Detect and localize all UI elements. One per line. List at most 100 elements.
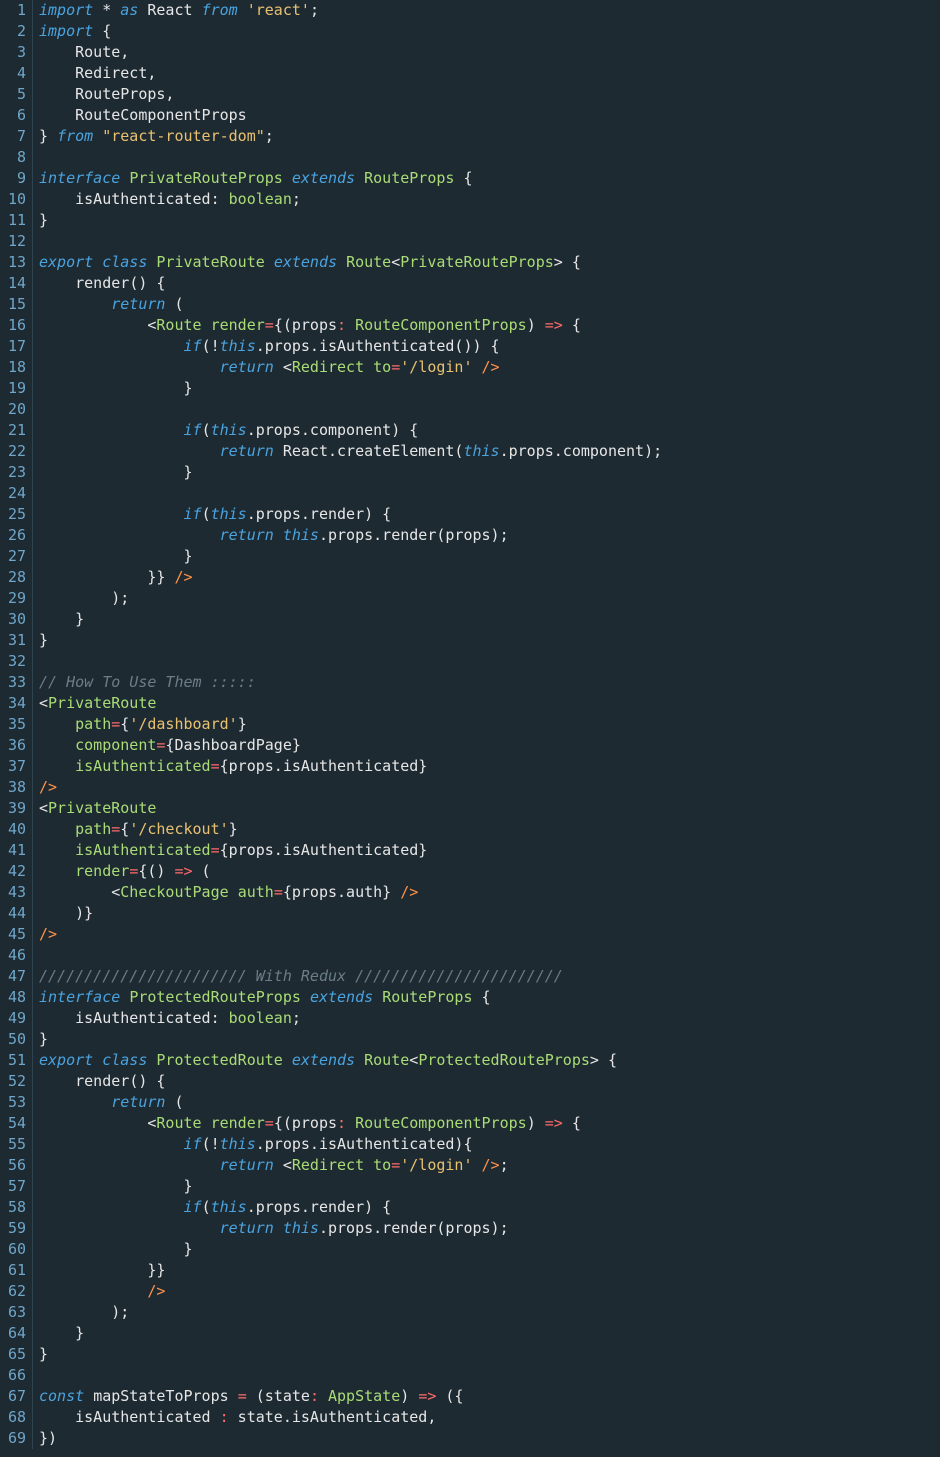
code-line[interactable]: [39, 1365, 940, 1386]
token-prop: render: [211, 1114, 265, 1132]
line-number: 6: [4, 105, 26, 126]
code-line[interactable]: );: [39, 1302, 940, 1323]
code-line[interactable]: if(this.props.render) {: [39, 504, 940, 525]
line-number: 61: [4, 1260, 26, 1281]
code-line[interactable]: }): [39, 1428, 940, 1449]
code-line[interactable]: render={() => (: [39, 861, 940, 882]
line-number: 42: [4, 861, 26, 882]
token-ident: [39, 1219, 220, 1237]
code-line[interactable]: RouteComponentProps: [39, 105, 940, 126]
code-line[interactable]: /////////////////////// With Redux /////…: [39, 966, 940, 987]
token-cmnt: // How To Use Them :::::: [39, 673, 256, 691]
token-ident: [39, 715, 75, 733]
code-line[interactable]: }: [39, 1323, 940, 1344]
code-line[interactable]: render() {: [39, 273, 940, 294]
code-line[interactable]: }: [39, 462, 940, 483]
code-line[interactable]: />: [39, 1281, 940, 1302]
code-line[interactable]: Redirect,: [39, 63, 940, 84]
code-line[interactable]: }: [39, 378, 940, 399]
line-number: 11: [4, 210, 26, 231]
code-area[interactable]: import * as React from 'react';import { …: [33, 0, 940, 1449]
code-line[interactable]: <Route render={(props: RouteComponentPro…: [39, 315, 940, 336]
token-ident: .props.component) {: [247, 421, 419, 439]
token-kw: class: [102, 253, 147, 271]
code-line[interactable]: import * as React from 'react';: [39, 0, 940, 21]
code-line[interactable]: )}: [39, 903, 940, 924]
code-line[interactable]: RouteProps,: [39, 84, 940, 105]
code-line[interactable]: }: [39, 609, 940, 630]
line-number: 26: [4, 525, 26, 546]
code-line[interactable]: }: [39, 546, 940, 567]
code-line[interactable]: } from "react-router-dom";: [39, 126, 940, 147]
token-type: PrivateRoute: [48, 799, 156, 817]
code-line[interactable]: [39, 651, 940, 672]
code-line[interactable]: Route,: [39, 42, 940, 63]
code-line[interactable]: return React.createElement(this.props.co…: [39, 441, 940, 462]
code-line[interactable]: <PrivateRoute: [39, 693, 940, 714]
code-line[interactable]: return this.props.render(props);: [39, 1218, 940, 1239]
code-line[interactable]: import {: [39, 21, 940, 42]
code-line[interactable]: interface ProtectedRouteProps extends Ro…: [39, 987, 940, 1008]
line-number: 31: [4, 630, 26, 651]
code-line[interactable]: }: [39, 630, 940, 651]
code-line[interactable]: }} />: [39, 567, 940, 588]
token-str: '/login': [400, 1156, 472, 1174]
code-line[interactable]: if(this.props.component) {: [39, 420, 940, 441]
code-line[interactable]: return this.props.render(props);: [39, 525, 940, 546]
code-line[interactable]: [39, 945, 940, 966]
token-op: =: [211, 841, 220, 859]
code-line[interactable]: path={'/dashboard'}: [39, 714, 940, 735]
code-line[interactable]: isAuthenticated={props.isAuthenticated}: [39, 840, 940, 861]
code-line[interactable]: if(this.props.render) {: [39, 1197, 940, 1218]
code-line[interactable]: if(!this.props.isAuthenticated){: [39, 1134, 940, 1155]
line-number: 23: [4, 462, 26, 483]
code-line[interactable]: isAuthenticated : state.isAuthenticated,: [39, 1407, 940, 1428]
code-line[interactable]: [39, 399, 940, 420]
code-line[interactable]: }}: [39, 1260, 940, 1281]
token-op: =: [111, 820, 120, 838]
code-line[interactable]: // How To Use Them :::::: [39, 672, 940, 693]
code-line[interactable]: export class PrivateRoute extends Route<…: [39, 252, 940, 273]
code-line[interactable]: }: [39, 210, 940, 231]
code-line[interactable]: interface PrivateRouteProps extends Rout…: [39, 168, 940, 189]
code-line[interactable]: [39, 231, 940, 252]
code-line[interactable]: export class ProtectedRoute extends Rout…: [39, 1050, 940, 1071]
token-ident: [39, 1156, 220, 1174]
code-line[interactable]: path={'/checkout'}: [39, 819, 940, 840]
code-line[interactable]: component={DashboardPage}: [39, 735, 940, 756]
code-line[interactable]: isAuthenticated={props.isAuthenticated}: [39, 756, 940, 777]
code-editor[interactable]: 1234567891011121314151617181920212223242…: [0, 0, 940, 1449]
line-number: 28: [4, 567, 26, 588]
code-line[interactable]: />: [39, 924, 940, 945]
token-ident: {props.auth}: [283, 883, 400, 901]
code-line[interactable]: <PrivateRoute: [39, 798, 940, 819]
line-number: 63: [4, 1302, 26, 1323]
code-line[interactable]: if(!this.props.isAuthenticated()) {: [39, 336, 940, 357]
code-line[interactable]: return (: [39, 1092, 940, 1113]
token-prop: path: [75, 715, 111, 733]
code-line[interactable]: }: [39, 1239, 940, 1260]
token-type: ProtectedRoute: [156, 1051, 282, 1069]
token-op: =: [265, 316, 274, 334]
code-line[interactable]: );: [39, 588, 940, 609]
token-str: 'react': [247, 1, 310, 19]
code-line[interactable]: }: [39, 1029, 940, 1050]
line-number: 1: [4, 0, 26, 21]
code-line[interactable]: [39, 147, 940, 168]
code-line[interactable]: return <Redirect to='/login' />: [39, 357, 940, 378]
line-number: 36: [4, 735, 26, 756]
token-ident: [319, 1387, 328, 1405]
code-line[interactable]: />: [39, 777, 940, 798]
code-line[interactable]: <CheckoutPage auth={props.auth} />: [39, 882, 940, 903]
code-line[interactable]: render() {: [39, 1071, 940, 1092]
code-line[interactable]: <Route render={(props: RouteComponentPro…: [39, 1113, 940, 1134]
token-ident: [39, 1072, 75, 1090]
code-line[interactable]: return (: [39, 294, 940, 315]
code-line[interactable]: return <Redirect to='/login' />;: [39, 1155, 940, 1176]
code-line[interactable]: isAuthenticated: boolean;: [39, 189, 940, 210]
code-line[interactable]: const mapStateToProps = (state: AppState…: [39, 1386, 940, 1407]
code-line[interactable]: }: [39, 1344, 940, 1365]
code-line[interactable]: isAuthenticated: boolean;: [39, 1008, 940, 1029]
code-line[interactable]: }: [39, 1176, 940, 1197]
code-line[interactable]: [39, 483, 940, 504]
